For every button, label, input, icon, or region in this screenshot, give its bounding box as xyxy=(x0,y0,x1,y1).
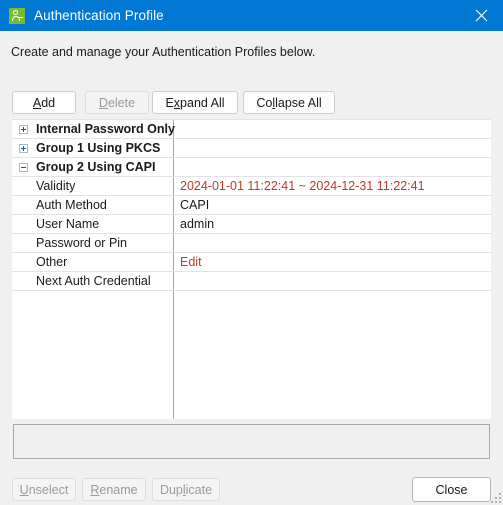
unselect-button[interactable]: Unselect xyxy=(12,478,76,501)
dialog-description: Create and manage your Authentication Pr… xyxy=(11,45,316,59)
tree-row-label: Group 2 Using CAPI xyxy=(36,160,156,174)
tree-row-label: Auth Method xyxy=(36,198,107,212)
tree-group-row[interactable]: Internal Password Only xyxy=(12,120,491,139)
expand-plus-icon[interactable] xyxy=(19,124,28,134)
window-title: Authentication Profile xyxy=(34,8,164,23)
tree-row-label: Validity xyxy=(36,179,76,193)
edit-link[interactable]: Edit xyxy=(180,255,202,269)
tree-row-label: Other xyxy=(36,255,68,269)
duplicate-button[interactable]: Dup l icate xyxy=(152,478,220,501)
profile-tree-rows: Internal Password Only Group 1 Using PKCS… xyxy=(12,120,491,291)
collapse-minus-icon[interactable] xyxy=(19,162,28,172)
tree-group-row[interactable]: Group 2 Using CAPI xyxy=(12,158,491,177)
tree-row-value: 2024-01-01 11:22:41 ~ 2024-12-31 11:22:4… xyxy=(180,179,425,193)
tree-row-label: Password or Pin xyxy=(36,236,128,250)
status-message-box xyxy=(13,424,490,459)
authentication-profile-dialog: Authentication Profile Create and manage… xyxy=(0,0,503,505)
close-icon[interactable] xyxy=(459,0,503,31)
rename-button[interactable]: Rename xyxy=(82,478,146,501)
tree-row-label: Next Auth Credential xyxy=(36,274,151,288)
window-titlebar: Authentication Profile xyxy=(0,0,503,31)
tree-group-row[interactable]: Group 1 Using PKCS xyxy=(12,139,491,158)
tree-detail-row[interactable]: Validity 2024-01-01 11:22:41 ~ 2024-12-31… xyxy=(12,177,491,196)
resize-grip-icon[interactable] xyxy=(489,491,501,503)
tree-detail-row[interactable]: Auth Method CAPI xyxy=(12,196,491,215)
tree-detail-row[interactable]: Password or Pin xyxy=(12,234,491,253)
profile-tree-panel[interactable]: Internal Password Only Group 1 Using PKCS… xyxy=(12,119,491,419)
delete-button[interactable]: Delete xyxy=(85,91,149,114)
tree-row-value: admin xyxy=(180,217,215,231)
tree-row-label: User Name xyxy=(36,217,100,231)
tree-detail-row[interactable]: User Name admin xyxy=(12,215,491,234)
user-key-icon xyxy=(9,7,25,24)
add-button[interactable]: Add xyxy=(12,91,76,114)
tree-row-value: CAPI xyxy=(180,198,210,212)
tree-row-label: Internal Password Only xyxy=(36,122,175,136)
tree-detail-row[interactable]: Next Auth Credential xyxy=(12,272,491,291)
expand-all-button[interactable]: Ex pand All xyxy=(152,91,238,114)
tree-row-label: Group 1 Using PKCS xyxy=(36,141,161,155)
collapse-all-button[interactable]: Co l lapse All xyxy=(243,91,335,114)
close-button[interactable]: Close xyxy=(412,477,491,502)
expand-plus-icon[interactable] xyxy=(19,143,28,153)
tree-detail-row[interactable]: Other Edit xyxy=(12,253,491,272)
